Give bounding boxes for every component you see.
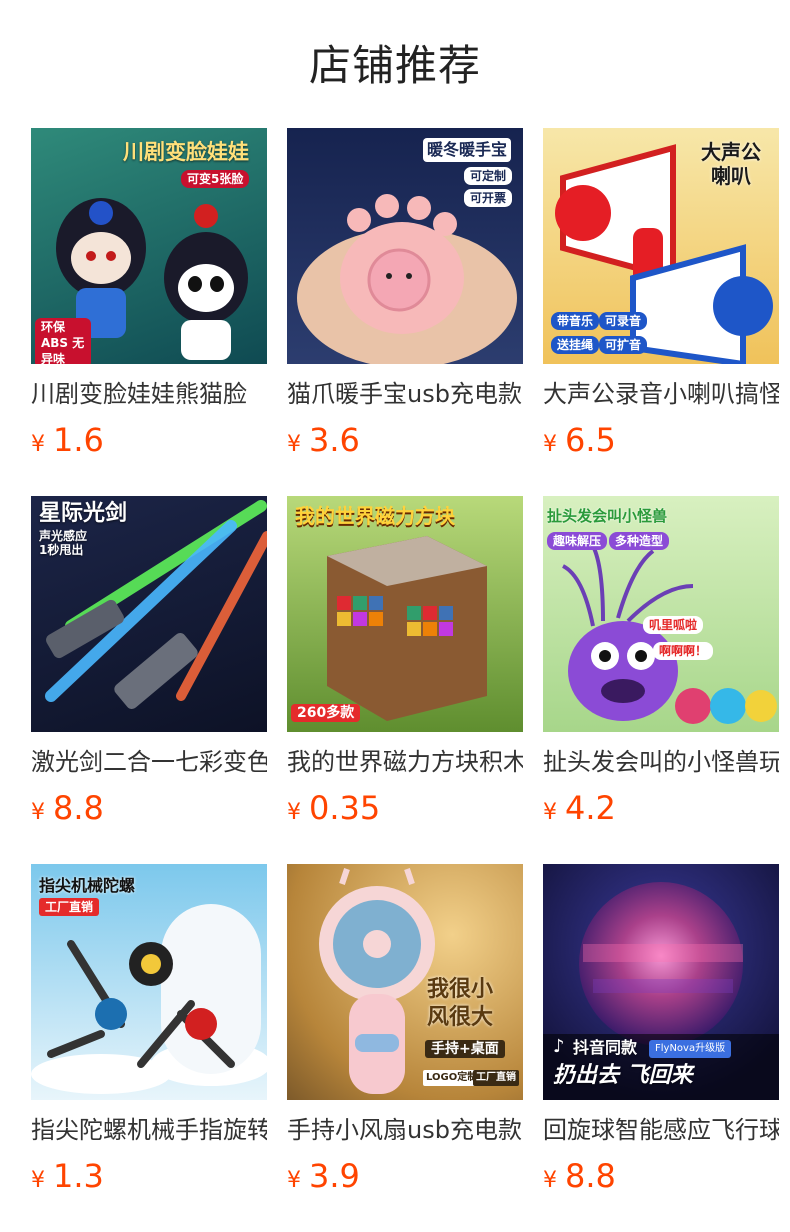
product-image[interactable]: 我的世界磁力方块 260多款 <box>287 496 523 732</box>
overlay-title: 扔出去 飞回来 <box>553 1063 693 1088</box>
overlay-tag: 送挂绳 <box>551 336 600 354</box>
price-value: 8.8 <box>53 789 104 827</box>
price-value: 1.6 <box>53 421 104 459</box>
overlay-tag: 手持+桌面 <box>425 1040 505 1058</box>
overlay-title: 大声公 喇叭 <box>701 140 761 188</box>
hand-warmer-illustration <box>297 194 517 364</box>
currency-symbol: ¥ <box>543 432 557 457</box>
product-name[interactable]: 我的世界磁力方块积木 <box>287 742 523 782</box>
price-value: 6.5 <box>565 421 616 459</box>
overlay-title: 指尖机械陀螺 <box>39 876 136 895</box>
product-card[interactable]: 我的世界磁力方块 260多款 我的世界磁力方块积木 ¥0.35 <box>287 496 523 828</box>
tiktok-icon: ♪ <box>553 1036 565 1057</box>
product-card[interactable]: 我很小 风很大 手持+桌面 LOGO定制 工厂直销 手持小风扇usb充电款 ¥3… <box>287 864 523 1196</box>
overlay-tag: FlyNova升级版 <box>649 1040 732 1058</box>
overlay-tag: 可开票 <box>463 188 514 208</box>
overlay-tag: 可录音 <box>599 312 648 330</box>
overlay-bubble: 叽里呱啦 <box>643 616 704 634</box>
product-card[interactable]: 指尖机械陀螺 工厂直销 指尖陀螺机械手指旋转 ¥1.3 <box>31 864 267 1196</box>
product-image[interactable]: 暖冬暖手宝 可定制 可开票 <box>287 128 523 364</box>
overlay-title: 川剧变脸娃娃 <box>123 140 249 164</box>
overlay-tag: 可变5张脸 <box>181 170 250 188</box>
product-image[interactable]: 大声公 喇叭 带音乐 可录音 送挂绳 可扩音 <box>543 128 779 364</box>
currency-symbol: ¥ <box>543 1168 557 1193</box>
product-name[interactable]: 回旋球智能感应飞行球 <box>543 1110 779 1150</box>
product-card[interactable]: 暖冬暖手宝 可定制 可开票 猫爪暖手宝usb充电款 ¥3.6 <box>287 128 523 460</box>
overlay-tag: 工厂直销 <box>39 898 100 916</box>
product-image[interactable]: ♪ 抖音同款 FlyNova升级版 扔出去 飞回来 <box>543 864 779 1100</box>
product-name[interactable]: 激光剑二合一七彩变色 <box>31 742 267 782</box>
product-price: ¥1.3 <box>31 1156 267 1196</box>
currency-symbol: ¥ <box>543 800 557 825</box>
currency-symbol: ¥ <box>287 432 301 457</box>
product-image[interactable]: 我很小 风很大 手持+桌面 LOGO定制 工厂直销 <box>287 864 523 1100</box>
overlay-tag: 工厂直销 <box>473 1070 519 1086</box>
product-price: ¥3.9 <box>287 1156 523 1196</box>
product-card[interactable]: 星际光剑 声光感应 1秒甩出 激光剑二合一七彩变色 ¥8.8 <box>31 496 267 828</box>
overlay-tag: 趣味解压 <box>547 532 608 550</box>
overlay-tag: 多种造型 <box>609 532 670 550</box>
overlay-title: 暖冬暖手宝 <box>423 138 512 162</box>
currency-symbol: ¥ <box>31 1168 45 1193</box>
overlay-tag: 260多款 <box>291 704 361 722</box>
product-image[interactable]: 川剧变脸娃娃 可变5张脸 环保ABS 无异味 <box>31 128 267 364</box>
product-image[interactable]: 扯头发会叫小怪兽 趣味解压 多种造型 叽里呱啦 啊啊啊！ <box>543 496 779 732</box>
overlay-tag: 可扩音 <box>599 336 648 354</box>
product-name[interactable]: 猫爪暖手宝usb充电款 <box>287 374 523 414</box>
price-value: 4.2 <box>565 789 616 827</box>
product-name[interactable]: 手持小风扇usb充电款 <box>287 1110 523 1150</box>
product-card[interactable]: 川剧变脸娃娃 可变5张脸 环保ABS 无异味 川剧变脸娃娃熊猫脸 ¥1.6 <box>31 128 267 460</box>
product-card[interactable]: 大声公 喇叭 带音乐 可录音 送挂绳 可扩音 大声公录音小喇叭搞怪 ¥6.5 <box>543 128 779 460</box>
price-value: 3.9 <box>309 1157 360 1195</box>
product-price: ¥8.8 <box>31 788 267 828</box>
product-price: ¥6.5 <box>543 420 779 460</box>
price-value: 8.8 <box>565 1157 616 1195</box>
overlay-tag: 环保ABS 无异味 <box>35 318 91 364</box>
price-value: 3.6 <box>309 421 360 459</box>
currency-symbol: ¥ <box>31 432 45 457</box>
price-value: 1.3 <box>53 1157 104 1195</box>
currency-symbol: ¥ <box>31 800 45 825</box>
overlay-subtitle: 1秒甩出 <box>39 543 84 557</box>
product-name[interactable]: 指尖陀螺机械手指旋转 <box>31 1110 267 1150</box>
product-name[interactable]: 大声公录音小喇叭搞怪 <box>543 374 779 414</box>
product-image[interactable]: 指尖机械陀螺 工厂直销 <box>31 864 267 1100</box>
overlay-tag: LOGO定制 <box>423 1070 481 1086</box>
overlay-tag: 可定制 <box>463 166 514 186</box>
overlay-tag: 带音乐 <box>551 312 600 330</box>
product-price: ¥1.6 <box>31 420 267 460</box>
product-price: ¥0.35 <box>287 788 523 828</box>
product-price: ¥8.8 <box>543 1156 779 1196</box>
overlay-title: 星际光剑 <box>39 501 128 526</box>
product-name[interactable]: 扯头发会叫的小怪兽玩具 <box>543 742 779 782</box>
product-price: ¥4.2 <box>543 788 779 828</box>
section-title: 店铺推荐 <box>308 41 481 90</box>
price-value: 0.35 <box>309 789 381 827</box>
overlay-tag: 抖音同款 <box>573 1038 638 1057</box>
currency-symbol: ¥ <box>287 800 301 825</box>
product-card[interactable]: 扯头发会叫小怪兽 趣味解压 多种造型 叽里呱啦 啊啊啊！ 扯头发会叫的小怪兽玩具… <box>543 496 779 828</box>
overlay-title: 我很小 风很大 <box>427 977 494 1030</box>
product-card[interactable]: ♪ 抖音同款 FlyNova升级版 扔出去 飞回来 回旋球智能感应飞行球 ¥8.… <box>543 864 779 1196</box>
product-name[interactable]: 川剧变脸娃娃熊猫脸 <box>31 374 267 414</box>
overlay-title: 扯头发会叫小怪兽 <box>547 507 668 525</box>
magnetic-cube-illustration <box>327 536 487 721</box>
overlay-title: 我的世界磁力方块 <box>295 504 455 528</box>
product-price: ¥3.6 <box>287 420 523 460</box>
currency-symbol: ¥ <box>287 1168 301 1193</box>
product-image[interactable]: 星际光剑 声光感应 1秒甩出 <box>31 496 267 732</box>
overlay-bubble: 啊啊啊！ <box>653 642 714 660</box>
